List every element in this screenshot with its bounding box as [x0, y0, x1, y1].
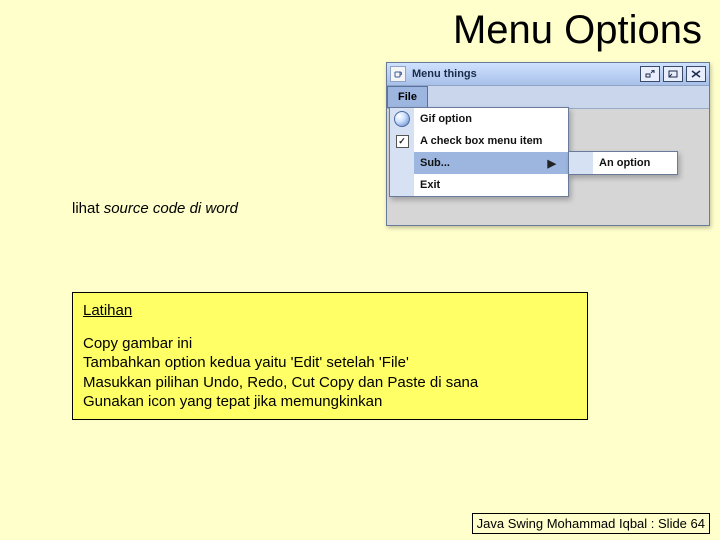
- window-controls: [640, 66, 706, 82]
- menu-file[interactable]: File: [387, 86, 428, 108]
- iconify-button[interactable]: [640, 66, 660, 82]
- chevron-right-icon: ▶: [548, 157, 556, 170]
- submenu-item-an-option[interactable]: An option: [569, 152, 677, 174]
- menu-item-gif-option[interactable]: Gif option: [390, 108, 568, 130]
- page-title: Menu Options: [453, 8, 702, 53]
- maximize-button[interactable]: [663, 66, 683, 82]
- note-italic: source code di word: [104, 200, 238, 217]
- option-icon-slot: [569, 152, 593, 174]
- submenu-popup: An option: [568, 151, 678, 175]
- menu-item-exit[interactable]: Exit: [390, 174, 568, 196]
- close-button[interactable]: [686, 66, 706, 82]
- menu-item-label: Exit: [420, 179, 440, 191]
- exercise-line: Tambahkan option kedua yaitu 'Edit' sete…: [83, 353, 577, 372]
- exercise-line: Copy gambar ini: [83, 334, 577, 353]
- menu-item-label: An option: [599, 157, 650, 169]
- checkbox-icon: ✓: [390, 130, 414, 152]
- gif-icon: [390, 108, 414, 130]
- exercise-line: Gunakan icon yang tepat jika memungkinka…: [83, 392, 577, 411]
- swing-window: Menu things File Gif option ✓ A check: [386, 62, 710, 226]
- window-title: Menu things: [412, 68, 477, 80]
- menu-item-label: A check box menu item: [420, 135, 542, 147]
- exit-icon-slot: [390, 174, 414, 196]
- menu-item-sub[interactable]: Sub... ▶: [390, 152, 568, 174]
- exercise-line: Masukkan pilihan Undo, Redo, Cut Copy da…: [83, 373, 577, 392]
- menubar: File: [387, 86, 709, 109]
- exercise-title: Latihan: [83, 301, 577, 320]
- menu-item-label: Sub...: [420, 157, 450, 169]
- note-text: lihat source code di word: [72, 200, 238, 217]
- titlebar: Menu things: [387, 63, 709, 86]
- menu-popup-file: Gif option ✓ A check box menu item Sub..…: [389, 107, 569, 197]
- submenu-icon-slot: [390, 152, 414, 174]
- note-prefix: lihat: [72, 200, 104, 217]
- menu-item-checkbox[interactable]: ✓ A check box menu item: [390, 130, 568, 152]
- exercise-box: Latihan Copy gambar ini Tambahkan option…: [72, 292, 588, 420]
- slide-footer: Java Swing Mohammad Iqbal : Slide 64: [472, 513, 710, 534]
- menu-item-label: Gif option: [420, 113, 472, 125]
- java-cup-icon: [390, 66, 406, 82]
